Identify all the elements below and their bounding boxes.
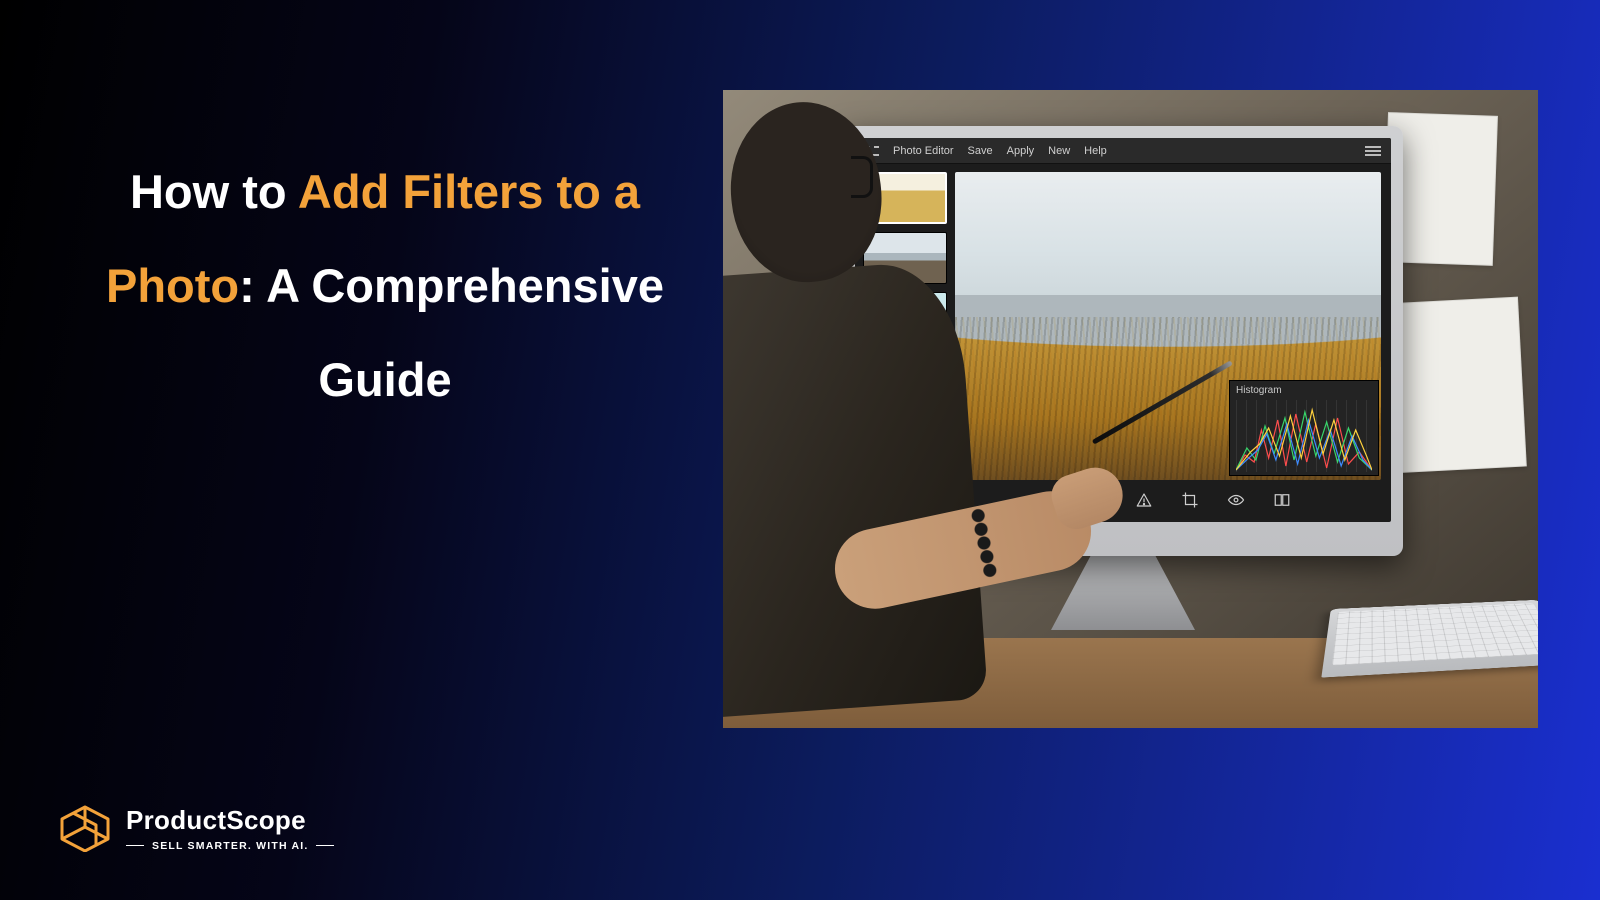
histogram-panel: Histogram (1229, 380, 1379, 476)
wall-paper (1388, 297, 1527, 474)
page-headline: How to Add Filters to a Photo: A Compreh… (105, 145, 665, 427)
rule-left (126, 845, 144, 846)
editor-menubar: Photo Editor Save Apply New Help (855, 138, 1391, 164)
brand-logo: ProductScope SELL SMARTER. WITH AI. (58, 804, 334, 852)
menu-help[interactable]: Help (1084, 145, 1107, 157)
filter-thumbnails (863, 172, 947, 480)
editor-toolbar (955, 486, 1379, 514)
rule-right (316, 845, 334, 846)
brand-logo-mark (58, 804, 112, 852)
filter-thumb[interactable] (863, 232, 947, 284)
filter-thumb[interactable] (863, 172, 947, 224)
menu-save[interactable]: Save (968, 145, 993, 157)
histogram-plot (1236, 400, 1372, 472)
menu-new[interactable]: New (1048, 145, 1070, 157)
hero-illustration: Photo Editor Save Apply New Help (723, 90, 1538, 728)
brand-tagline: SELL SMARTER. WITH AI. (152, 840, 308, 852)
filter-thumb[interactable] (863, 412, 947, 464)
contrast-icon[interactable] (1089, 491, 1107, 509)
hamburger-icon[interactable] (1365, 146, 1381, 156)
brightness-icon[interactable] (1043, 491, 1061, 509)
monitor-bezel: Photo Editor Save Apply New Help (843, 126, 1403, 556)
filter-thumb[interactable] (863, 292, 947, 344)
headline-post: : A Comprehensive Guide (239, 259, 664, 406)
crop-icon[interactable] (1181, 491, 1199, 509)
laptop (1321, 600, 1538, 678)
brand-tagline-row: SELL SMARTER. WITH AI. (126, 840, 334, 852)
warning-icon[interactable] (1135, 491, 1153, 509)
histogram-label: Histogram (1236, 385, 1282, 396)
app-icon (865, 146, 879, 156)
compare-icon[interactable] (1273, 491, 1291, 509)
editor-screen: Photo Editor Save Apply New Help (855, 138, 1391, 522)
filter-thumb[interactable] (863, 352, 947, 404)
headline-pre: How to (130, 165, 298, 218)
menu-apply[interactable]: Apply (1007, 145, 1035, 157)
visibility-icon[interactable] (1227, 491, 1245, 509)
desktop-monitor: Photo Editor Save Apply New Help (843, 126, 1403, 556)
brand-name: ProductScope (126, 805, 334, 836)
editor-app-name: Photo Editor (893, 145, 954, 157)
